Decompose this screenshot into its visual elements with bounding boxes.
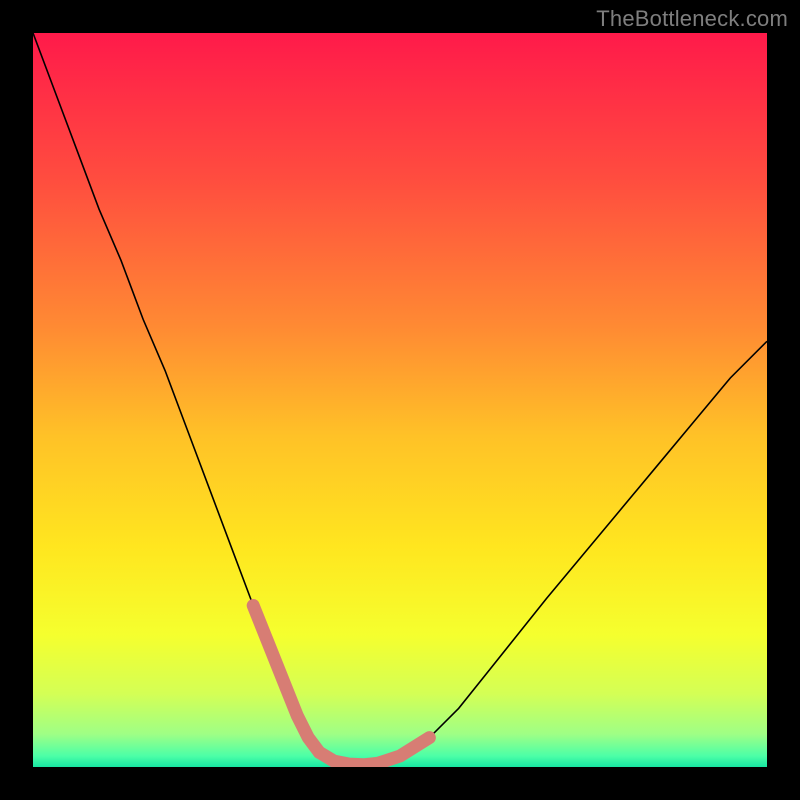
watermark-text: TheBottleneck.com — [596, 6, 788, 32]
plot-svg — [33, 33, 767, 767]
chart-frame: TheBottleneck.com — [0, 0, 800, 800]
plot-background — [33, 33, 767, 767]
plot-area — [33, 33, 767, 767]
